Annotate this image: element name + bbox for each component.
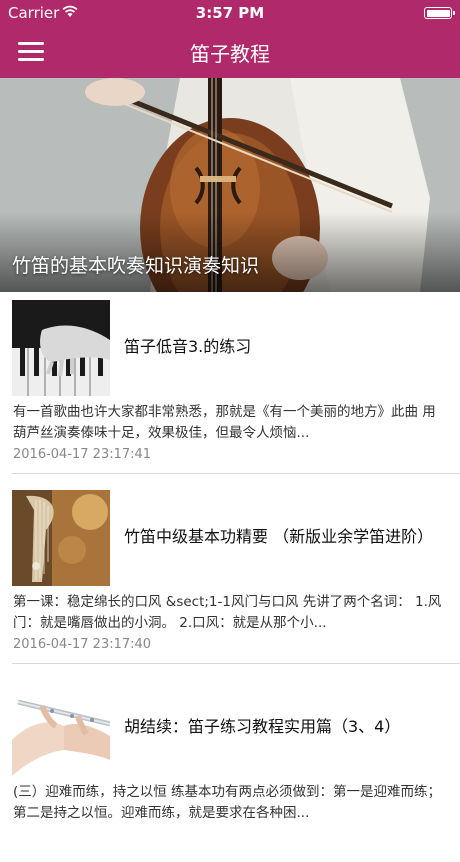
article-title: 竹笛中级基本功精要 （新版业余学笛进阶） bbox=[124, 527, 434, 546]
article-thumbnail bbox=[12, 490, 110, 586]
article-summary: 第一课：稳定绵长的口风 &sect;1-1风门与口风 先讲了两个名词： 1.风门… bbox=[13, 594, 442, 631]
featured-banner[interactable]: 竹笛的基本吹奏知识演奏知识 bbox=[0, 78, 460, 292]
article-title: 胡结续：笛子练习教程实用篇（3、4） bbox=[124, 717, 401, 736]
article-thumbnail bbox=[12, 680, 110, 776]
banner-caption: 竹笛的基本吹奏知识演奏知识 bbox=[12, 255, 260, 277]
article-item[interactable]: 竹笛中级基本功精要 （新版业余学笛进阶） 第一课：稳定绵长的口风 &sect;1… bbox=[0, 482, 460, 672]
article-list: 笛子低音3.的练习 有一首歌曲也许大家都非常熟悉，那就是《有一个美丽的地方》此曲… bbox=[0, 292, 460, 862]
divider bbox=[12, 663, 460, 664]
article-item[interactable]: 笛子低音3.的练习 有一首歌曲也许大家都非常熟悉，那就是《有一个美丽的地方》此曲… bbox=[0, 292, 460, 482]
navigation-bar: 笛子教程 bbox=[0, 26, 460, 78]
clock: 3:57 PM bbox=[195, 4, 265, 22]
status-bar: Carrier 3:57 PM bbox=[0, 0, 460, 26]
article-date: 2016-04-17 23:17:40 bbox=[13, 637, 152, 652]
piano-hand-image bbox=[12, 300, 110, 396]
harp-image bbox=[12, 490, 110, 586]
article-title: 笛子低音3.的练习 bbox=[124, 337, 252, 356]
battery-icon bbox=[424, 7, 455, 19]
flute-hands-image bbox=[12, 680, 110, 776]
article-summary: 有一首歌曲也许大家都非常熟悉，那就是《有一个美丽的地方》此曲 用葫芦丝演奏傣味十… bbox=[13, 404, 436, 441]
article-thumbnail bbox=[12, 300, 110, 396]
article-item[interactable]: 胡结续：笛子练习教程实用篇（3、4） (三）迎难而练，持之以恒 练基本功有两点必… bbox=[0, 672, 460, 862]
page-title: 笛子教程 bbox=[190, 42, 270, 66]
divider bbox=[12, 473, 460, 474]
article-date: 2016-04-17 23:17:41 bbox=[13, 447, 152, 462]
